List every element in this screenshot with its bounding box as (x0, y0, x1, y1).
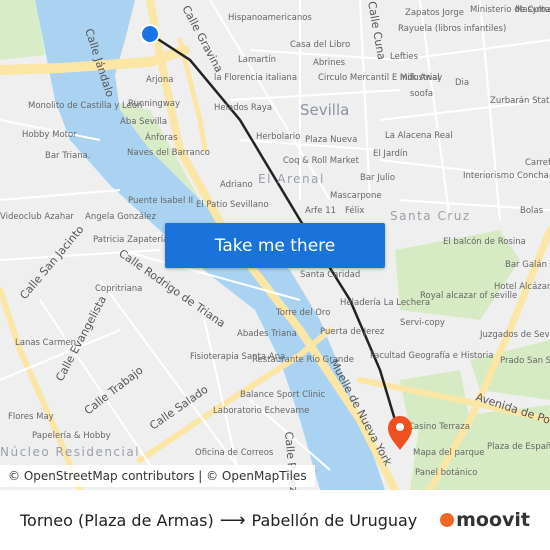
poi-label: Bar Triana. (45, 151, 91, 161)
poi-label: Panel botánico (415, 468, 477, 478)
take-me-there-button[interactable]: Take me there (165, 223, 385, 268)
poi-label: Félix (345, 205, 364, 216)
poi-label: Laboratorio Echevarne (213, 406, 309, 416)
poi-label: Bolas (520, 206, 544, 216)
origin-marker[interactable] (140, 24, 160, 44)
poi-label: La Alacena Real (385, 131, 453, 141)
poi-label: Lefties (390, 52, 419, 62)
poi-label: Coq & Roll Market (283, 156, 360, 166)
poi-label: Casino Terraza (408, 422, 470, 432)
poi-label: Plaza de España (487, 442, 550, 452)
poi-label: Casa del Libro (290, 40, 350, 50)
poi-label: Bar Galán (505, 260, 547, 270)
district-label: El Arenal (258, 172, 325, 186)
poi-label: Flores May (8, 412, 54, 422)
poi-label: Adriano (220, 180, 253, 190)
street-label: Calle Salado (147, 383, 210, 433)
poi-label: Rayuela (libros infantiles) (398, 24, 506, 34)
poi-label: Lanas Carmen (15, 338, 76, 348)
poi-label: Zapatos Jorge (405, 8, 464, 18)
poi-label: Carrefour (525, 158, 550, 168)
poi-label: Aba Sevilla (120, 117, 167, 127)
poi-label: El Jardín (373, 149, 408, 159)
poi-label: Videoclub Azahar (0, 212, 74, 222)
moovit-logo: moovit (440, 509, 530, 531)
poi-label: Arjona (146, 75, 173, 85)
poi-label: Zurbarán Statue (490, 96, 550, 106)
poi-label: Runningway (128, 99, 180, 109)
city-label: Sevilla (300, 101, 349, 119)
poi-label: Mascarpone (330, 191, 382, 201)
destination-stop: Pabellón de Uruguay (251, 510, 418, 530)
poi-label: Masymas (515, 5, 550, 15)
district-label: Santa Cruz (390, 209, 471, 223)
poi-label: Ánforas (145, 131, 178, 143)
poi-label: la Florencia italiana (214, 73, 297, 83)
map[interactable]: Hispanoamericanos Zapatos Jorge Ministerio… (0, 0, 550, 490)
poi-label: soofa (410, 89, 433, 99)
arrow-right-icon: ⟶ (219, 509, 246, 531)
poi-label: Herbolario (256, 132, 300, 142)
poi-label: Patricia Zapatería (93, 235, 168, 245)
poi-label: Facultad Geografía e Historia (370, 351, 493, 361)
map-attribution[interactable]: © OpenStreetMap contributors | © OpenMap… (0, 465, 315, 487)
poi-label: Hobby Motor (22, 130, 77, 140)
poi-label: Naves del Barranco (127, 148, 210, 158)
poi-label: Hispanoamericanos (228, 13, 312, 23)
poi-label: Bar Julio (360, 173, 395, 183)
street-label: Calle San Jacinto (17, 223, 86, 302)
poi-label: Santa Caridad (300, 270, 360, 280)
poi-label: Abrines (313, 58, 346, 68)
poi-label: Abades Triana (237, 329, 297, 339)
poi-label: Interiorismo Concha Núñez (463, 171, 550, 181)
moovit-logo-icon (440, 513, 455, 527)
poi-label: Royal alcazar of seville (420, 291, 517, 301)
poi-label: Mapa del parque (413, 448, 485, 458)
poi-label: Dia (455, 78, 469, 88)
moovit-logo-text: moovit (456, 509, 530, 531)
poi-label: Arfe 11 (305, 206, 336, 216)
poi-label: Oficina de Correos (195, 448, 274, 458)
poi-label: Juzgados de Sevilla (479, 330, 550, 340)
poi-label: Servi-copy (400, 318, 445, 328)
poi-label: El Patio Sevillano (196, 200, 269, 210)
poi-label: Balance Sport Clinic (240, 390, 326, 400)
district-label: Núcleo Residencial (0, 445, 140, 459)
poi-label: Prado San Sebastián (500, 356, 550, 366)
street-label: Calle Cuna (365, 0, 388, 61)
poi-label: Torre del Oro (275, 308, 330, 318)
poi-label: Heladería La Lechera (340, 298, 430, 308)
poi-label: Milk Away (400, 73, 442, 83)
poi-label: El balcón de Rosina (443, 236, 526, 247)
poi-label: Lamartín (238, 55, 276, 65)
route-footer: Torneo (Plaza de Armas) ⟶ Pabellón de Ur… (0, 490, 550, 550)
poi-label: Papelería & Hobby (32, 431, 111, 441)
poi-label: Monolito de Castilla y León (28, 100, 142, 111)
poi-label: Angela González (85, 212, 157, 222)
poi-label: Puerta de Jerez (320, 327, 385, 337)
poi-label: Plaza Nueva (305, 135, 357, 145)
poi-label: Copritriana (95, 284, 142, 294)
destination-pin-icon[interactable] (388, 416, 412, 450)
origin-stop: Torneo (Plaza de Armas) (20, 510, 214, 530)
poi-label: Puente Isabel II (128, 196, 193, 206)
poi-label: Helados Raya (214, 103, 272, 113)
